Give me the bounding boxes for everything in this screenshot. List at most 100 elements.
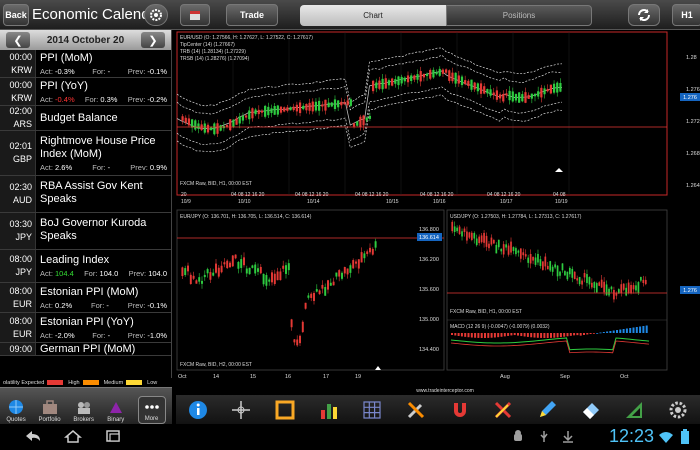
trade-button[interactable]: Trade bbox=[226, 4, 278, 26]
event-row[interactable]: 02:30 AUD RBA Assist Gov Kent Speaks bbox=[0, 176, 171, 213]
main-candle bbox=[264, 105, 267, 117]
tab-chart[interactable]: Chart bbox=[300, 5, 446, 26]
usdjpy-candle bbox=[478, 236, 481, 244]
main-candle bbox=[368, 115, 372, 119]
usdjpy-candle bbox=[613, 289, 615, 300]
usdjpy-candle bbox=[463, 228, 466, 233]
nav-more[interactable]: More bbox=[137, 396, 166, 424]
back-nav-icon[interactable] bbox=[24, 429, 42, 443]
usdjpy-candle bbox=[537, 253, 539, 263]
usdjpy-candle bbox=[527, 257, 530, 263]
event-row[interactable]: 03:30 JPY BoJ Governor Kuroda Speaks bbox=[0, 213, 171, 250]
main-candle bbox=[257, 109, 260, 115]
macd-bar bbox=[563, 333, 566, 337]
main-candle bbox=[295, 104, 298, 112]
eurjpy-y-tick: 135.000 bbox=[419, 317, 439, 323]
nav-portfolio[interactable]: Portfolio bbox=[39, 399, 61, 424]
main-candle bbox=[397, 76, 400, 86]
chart-area[interactable]: EUR/USD (O: 1.27566, H: 1.27627, L: 1.27… bbox=[175, 30, 700, 395]
previous-day-button[interactable]: ❮ bbox=[6, 32, 30, 48]
event-name: BoJ Governor Kuroda Speaks bbox=[40, 217, 147, 242]
actual-label: Act: bbox=[40, 162, 53, 172]
main-candle bbox=[460, 76, 464, 86]
brokers-icon bbox=[77, 402, 90, 414]
eraser-icon[interactable] bbox=[580, 399, 602, 421]
calendar-toggle-button[interactable] bbox=[180, 4, 210, 26]
macd-bar bbox=[596, 333, 599, 334]
legend-high-swatch bbox=[47, 380, 64, 385]
nav-binary[interactable]: Binary bbox=[107, 399, 125, 424]
tools-icon[interactable] bbox=[405, 399, 427, 421]
main-candle bbox=[232, 119, 235, 127]
main-x-hour-tick: 04 08 bbox=[553, 192, 566, 198]
event-row[interactable]: 02:01 GBP Rightmove House Price Index (MoM… bbox=[0, 131, 171, 176]
macd-bar bbox=[556, 333, 559, 338]
event-time-cell: 08:00 EUR bbox=[0, 283, 36, 312]
settings-icon[interactable] bbox=[667, 399, 689, 421]
usdjpy-chart-frame bbox=[446, 209, 668, 371]
chart-toolbar bbox=[176, 395, 700, 425]
nav-brokers[interactable]: Brokers bbox=[73, 399, 94, 424]
timeframe-button[interactable]: H1 bbox=[672, 4, 700, 26]
eurjpy-candle bbox=[273, 273, 276, 285]
usdjpy-candle bbox=[544, 256, 547, 267]
wifi-icon bbox=[659, 432, 673, 443]
event-list[interactable]: 00:00 KRW PPI (MoM) Act: -0.3% For: - Prev: -… bbox=[0, 50, 171, 356]
triangle-ruler-icon[interactable] bbox=[623, 399, 645, 421]
usdjpy-candle bbox=[591, 282, 593, 288]
usdjpy-candle bbox=[510, 241, 512, 253]
main-candle bbox=[559, 82, 562, 92]
eurjpy-candle bbox=[329, 282, 332, 286]
indicator-bars-icon[interactable] bbox=[318, 399, 340, 421]
eurjpy-candle bbox=[237, 261, 240, 269]
delete-drawing-icon[interactable] bbox=[492, 399, 514, 421]
event-row[interactable]: 08:00 EUR Estonian PPI (MoM) Act: 0.2% For: … bbox=[0, 283, 171, 313]
event-row[interactable]: 00:00 KRW PPI (YoY) Act: -0.4% For: 0.3% Prev… bbox=[0, 78, 171, 106]
nav-quotes[interactable]: Quotes bbox=[6, 399, 26, 424]
main-price-tag: 1.276 bbox=[683, 95, 697, 101]
macd-bar bbox=[451, 333, 453, 335]
main-candle bbox=[375, 82, 378, 89]
main-candle bbox=[489, 89, 492, 96]
back-button[interactable]: Back bbox=[3, 4, 29, 26]
event-row[interactable]: 08:00 EUR Estonian PPI (YoY) Act: -2.0% For:… bbox=[0, 313, 171, 343]
main-candle bbox=[429, 69, 432, 79]
frame-icon[interactable] bbox=[274, 399, 296, 421]
eurjpy-candle bbox=[321, 284, 324, 289]
macd-bar bbox=[579, 333, 582, 336]
main-candle bbox=[194, 120, 197, 130]
settings-button[interactable] bbox=[144, 4, 168, 26]
eurjpy-candle bbox=[265, 275, 268, 286]
main-candle bbox=[384, 78, 387, 89]
macd-bar bbox=[490, 333, 493, 338]
macd-bar bbox=[474, 333, 477, 338]
event-row[interactable]: 09:00 German PPI (MoM) bbox=[0, 343, 171, 356]
home-nav-icon[interactable] bbox=[64, 429, 82, 443]
macd-bar bbox=[497, 333, 500, 338]
eurjpy-candle bbox=[217, 267, 220, 277]
magnet-icon[interactable] bbox=[449, 399, 471, 421]
usdjpy-candle bbox=[610, 286, 613, 290]
grid-icon[interactable] bbox=[361, 399, 383, 421]
event-row[interactable]: 08:00 JPY Leading Index Act: 104.4 For: 104.… bbox=[0, 250, 171, 283]
recent-apps-icon[interactable] bbox=[104, 429, 122, 443]
info-icon[interactable] bbox=[187, 399, 209, 421]
battery-icon bbox=[681, 429, 689, 444]
macd-bar bbox=[507, 333, 510, 336]
actual-label: Act: bbox=[40, 269, 53, 278]
next-day-button[interactable]: ❯ bbox=[140, 32, 165, 48]
forecast-value: - bbox=[107, 162, 111, 172]
macd-bar bbox=[642, 326, 645, 333]
main-x-hour-tick: 04 08 12 16 20 bbox=[231, 192, 265, 198]
crosshair-icon[interactable] bbox=[230, 399, 252, 421]
main-candle bbox=[543, 88, 546, 95]
eurjpy-candle bbox=[366, 251, 369, 254]
tab-positions[interactable]: Positions bbox=[446, 5, 592, 26]
main-candle bbox=[435, 71, 438, 75]
eurjpy-candle bbox=[229, 262, 231, 268]
event-row[interactable]: 02:00 ARS Budget Balance bbox=[0, 106, 171, 131]
pencil-icon[interactable] bbox=[536, 399, 558, 421]
event-row[interactable]: 00:00 KRW PPI (MoM) Act: -0.3% For: - Prev: -… bbox=[0, 50, 171, 78]
refresh-button[interactable] bbox=[628, 4, 660, 26]
macd-bar bbox=[550, 333, 552, 338]
